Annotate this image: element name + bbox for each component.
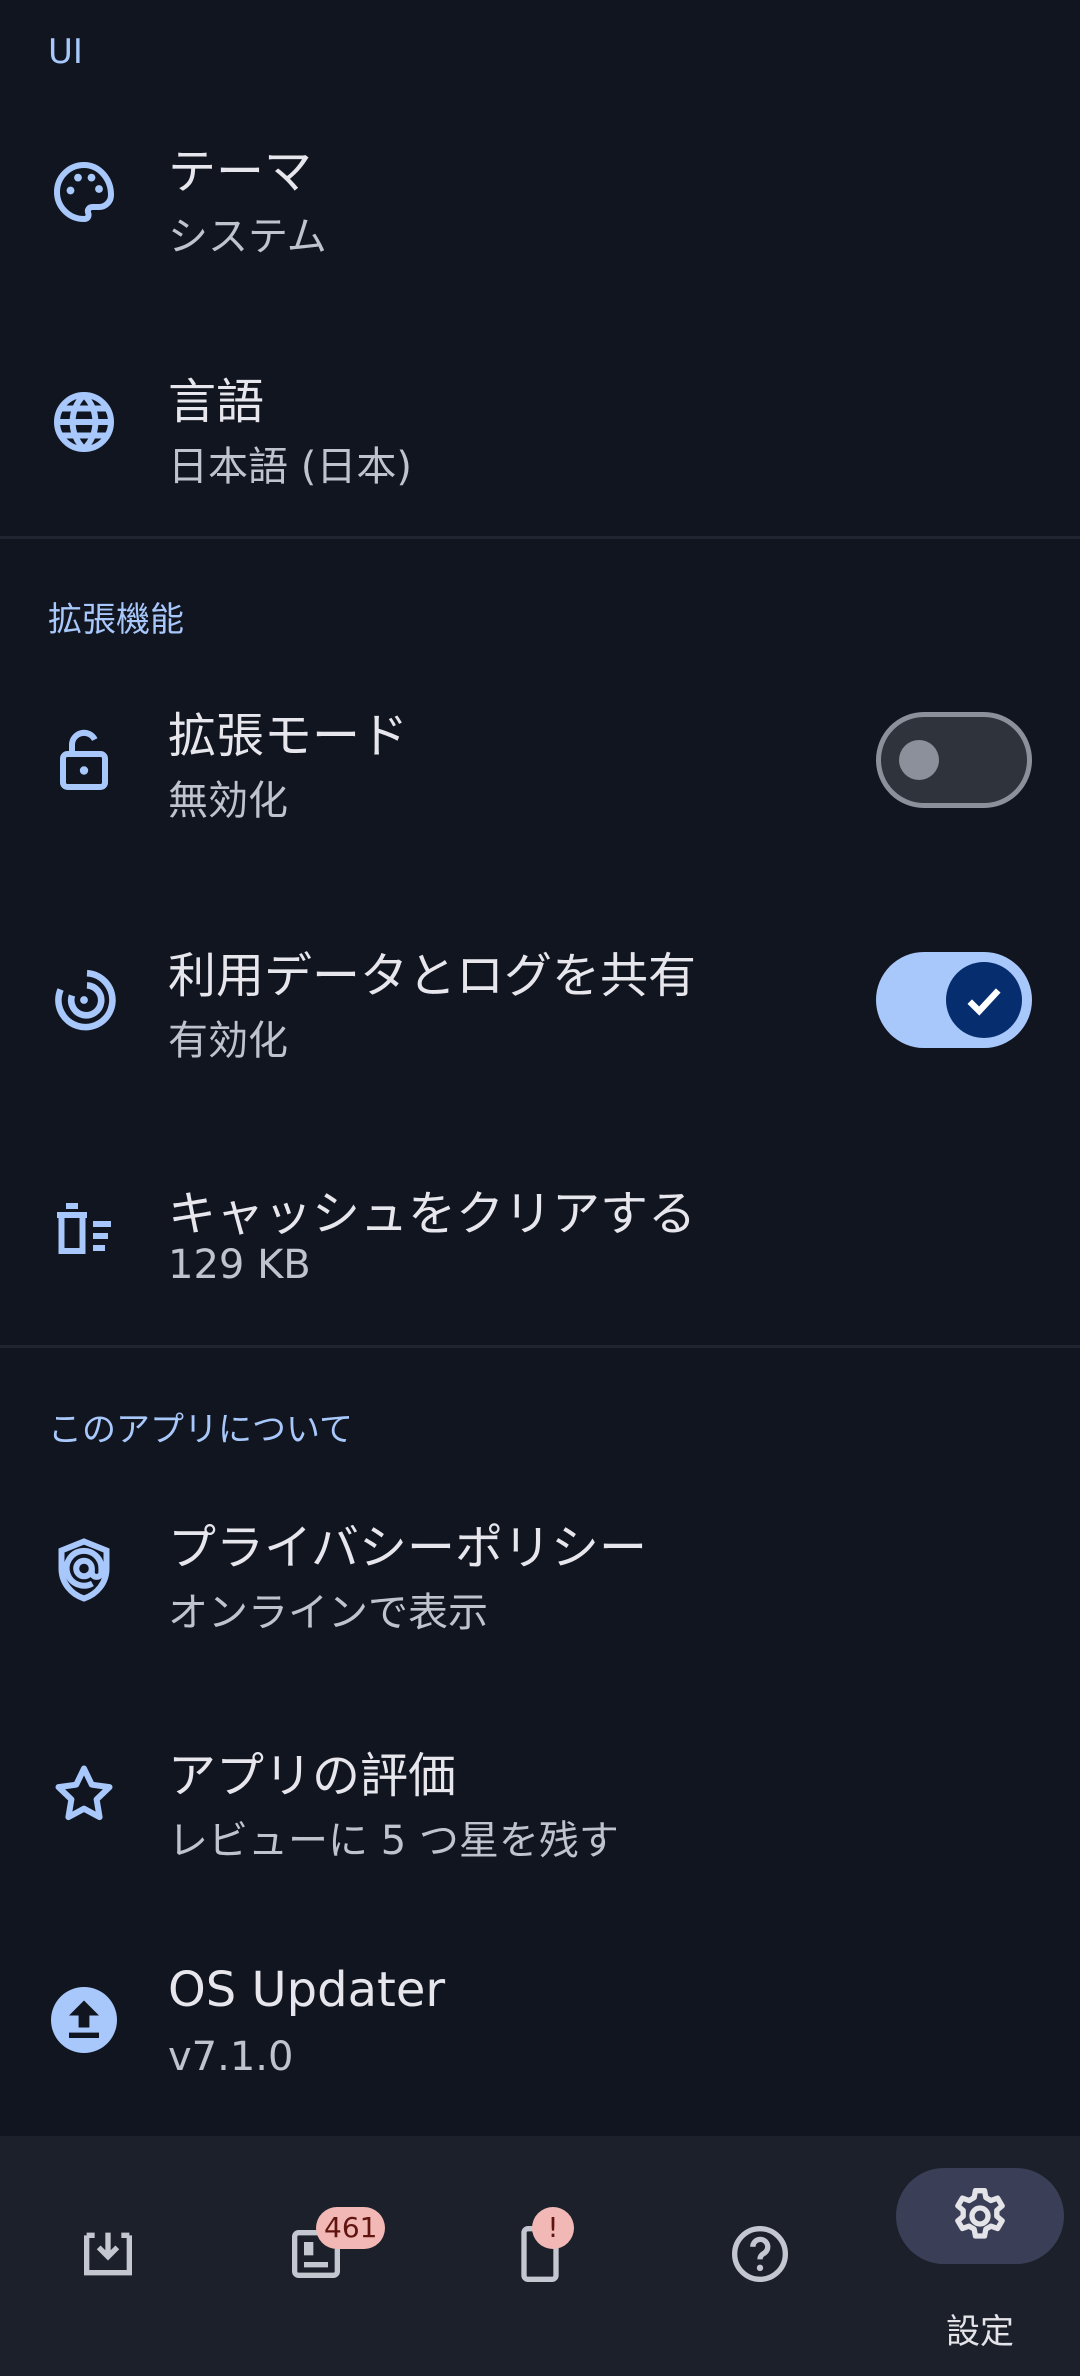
- extended-mode-toggle[interactable]: [876, 712, 1032, 808]
- clear-cache-setting[interactable]: キャッシュをクリアする 129 KB: [0, 1134, 1080, 1334]
- delete-sweep-icon: [48, 1194, 120, 1266]
- nav-label-settings: 設定: [946, 2312, 1014, 2352]
- theme-subtitle: システム: [168, 214, 327, 260]
- extended-mode-setting[interactable]: 拡張モード 無効化: [0, 660, 1080, 860]
- nav-item-settings[interactable]: [896, 2168, 1064, 2264]
- share-usage-subtitle: 有効化: [168, 1018, 288, 1064]
- language-setting[interactable]: 言語 日本語 (日本): [0, 326, 1080, 526]
- lock-open-icon: [48, 724, 120, 796]
- extended-mode-title: 拡張モード: [168, 708, 409, 764]
- share-usage-toggle[interactable]: [876, 952, 1032, 1048]
- news-badge: 461: [316, 2207, 386, 2249]
- toggle-thumb: [899, 740, 939, 780]
- device-alert-badge: !: [532, 2207, 574, 2249]
- gear-icon: [948, 2184, 1012, 2248]
- os-updater-title: OS Updater: [168, 1962, 446, 2018]
- nav-item-device[interactable]: !: [432, 2136, 648, 2376]
- privacy-icon: [48, 1534, 120, 1606]
- data-usage-icon: [48, 964, 120, 1036]
- theme-title: テーマ: [168, 144, 313, 200]
- rate-app-title: アプリの評価: [168, 1748, 457, 1804]
- nav-item-downloads[interactable]: [0, 2136, 216, 2376]
- clear-cache-title: キャッシュをクリアする: [168, 1186, 697, 1242]
- section-header-about: このアプリについて: [48, 1410, 353, 1450]
- share-usage-title: 利用データとログを共有: [168, 948, 697, 1004]
- section-header-extensions: 拡張機能: [48, 600, 184, 640]
- bottom-navigation: 461 ! 設定: [0, 2136, 1080, 2376]
- help-icon: [728, 2222, 792, 2286]
- language-title: 言語: [168, 374, 265, 430]
- nav-item-help[interactable]: [652, 2136, 868, 2376]
- check-icon: [946, 962, 1022, 1038]
- privacy-policy-setting[interactable]: プライバシーポリシー オンラインで表示: [0, 1470, 1080, 1670]
- rate-app-subtitle: レビューに 5 つ星を残す: [168, 1818, 619, 1864]
- os-updater-setting[interactable]: OS Updater v7.1.0: [0, 1924, 1080, 2124]
- rate-app-setting[interactable]: アプリの評価 レビューに 5 つ星を残す: [0, 1698, 1080, 1898]
- upload-icon: [48, 1984, 120, 2056]
- privacy-subtitle: オンラインで表示: [168, 1590, 488, 1636]
- download-icon: [76, 2222, 140, 2286]
- privacy-title: プライバシーポリシー: [168, 1520, 648, 1576]
- extended-mode-subtitle: 無効化: [168, 778, 288, 824]
- star-icon: [48, 1758, 120, 1830]
- language-subtitle: 日本語 (日本): [168, 444, 412, 490]
- os-updater-subtitle: v7.1.0: [168, 2034, 294, 2080]
- divider: [0, 536, 1080, 539]
- palette-icon: [48, 156, 120, 228]
- nav-item-news[interactable]: 461: [208, 2136, 424, 2376]
- share-usage-setting[interactable]: 利用データとログを共有 有効化: [0, 900, 1080, 1100]
- globe-icon: [48, 386, 120, 458]
- clear-cache-subtitle: 129 KB: [168, 1242, 311, 1288]
- theme-setting[interactable]: テーマ システム: [0, 96, 1080, 296]
- divider: [0, 1345, 1080, 1348]
- section-header-ui: UI: [48, 32, 83, 72]
